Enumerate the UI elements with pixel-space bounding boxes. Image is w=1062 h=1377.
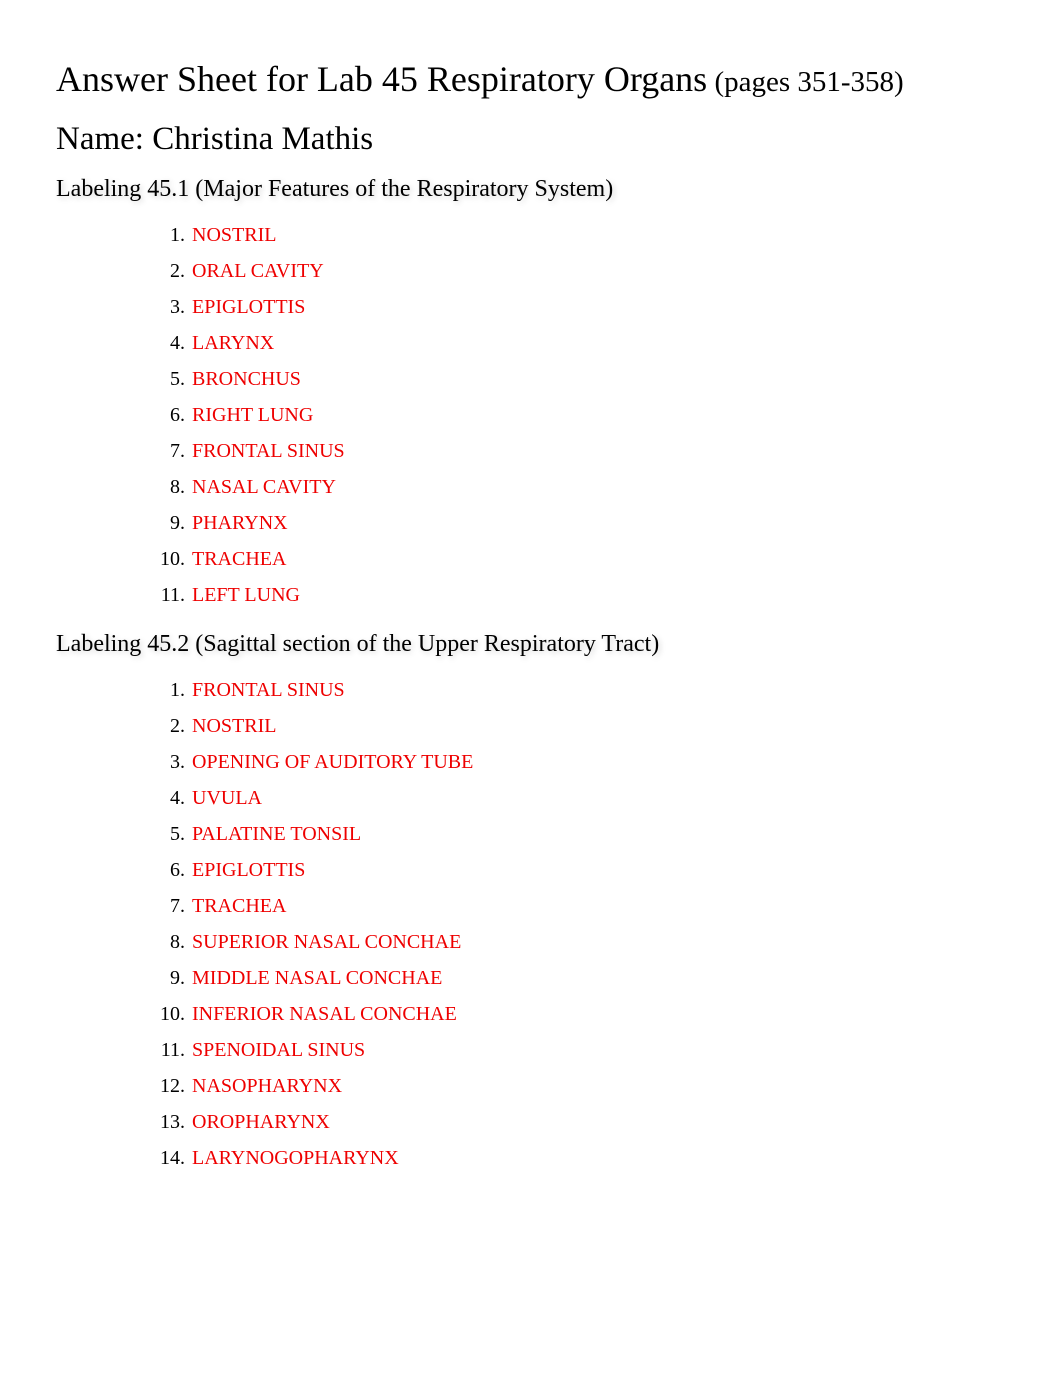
answer-text: FRONTAL SINUS [192,679,345,701]
list-item: NASAL CAVITY [190,469,1006,505]
list-item: EPIGLOTTIS [190,852,1006,888]
answer-text: EPIGLOTTIS [192,859,305,881]
list-item: RIGHT LUNG [190,397,1006,433]
page-title: Answer Sheet for Lab 45 Respiratory Orga… [56,58,1006,101]
answer-text: SUPERIOR NASAL CONCHAE [192,931,461,953]
list-item: LEFT LUNG [190,577,1006,613]
list-item: TRACHEA [190,541,1006,577]
list-item: UVULA [190,780,1006,816]
answer-text: ORAL CAVITY [192,260,324,282]
answer-text: INFERIOR NASAL CONCHAE [192,1003,457,1025]
list-item: EPIGLOTTIS [190,289,1006,325]
answer-text: FRONTAL SINUS [192,440,345,462]
list-item: NASOPHARYNX [190,1068,1006,1104]
answer-text: NASOPHARYNX [192,1075,342,1097]
name-value: Christina Mathis [152,121,373,157]
answer-list-1: NOSTRIL ORAL CAVITY EPIGLOTTIS LARYNX BR… [138,217,1006,613]
answer-text: OROPHARYNX [192,1111,330,1133]
list-item: SUPERIOR NASAL CONCHAE [190,924,1006,960]
list-item: FRONTAL SINUS [190,433,1006,469]
list-item: NOSTRIL [190,217,1006,253]
list-item: OROPHARYNX [190,1104,1006,1140]
title-main: Answer Sheet for Lab 45 Respiratory Orga… [56,59,707,99]
answer-text: BRONCHUS [192,368,301,390]
list-item: NOSTRIL [190,708,1006,744]
answer-text: EPIGLOTTIS [192,296,305,318]
list-item: ORAL CAVITY [190,253,1006,289]
answer-text: LARYNOGOPHARYNX [192,1147,399,1169]
list-item: FRONTAL SINUS [190,672,1006,708]
list-item: MIDDLE NASAL CONCHAE [190,960,1006,996]
answer-text: LEFT LUNG [192,584,300,606]
answer-list-2: FRONTAL SINUS NOSTRIL OPENING OF AUDITOR… [138,672,1006,1176]
list-item: OPENING OF AUDITORY TUBE [190,744,1006,780]
student-name-line: Name: Christina Mathis [56,121,1006,158]
title-pages: (pages 351-358) [707,66,904,98]
list-item: PALATINE TONSIL [190,816,1006,852]
list-item: SPENOIDAL SINUS [190,1032,1006,1068]
list-item: TRACHEA [190,888,1006,924]
answer-text: TRACHEA [192,548,286,570]
list-item: BRONCHUS [190,361,1006,397]
list-item: LARYNOGOPHARYNX [190,1140,1006,1176]
answer-text: PALATINE TONSIL [192,823,361,845]
answer-text: PHARYNX [192,512,288,534]
section-heading-1: Labeling 45.1 (Major Features of the Res… [56,176,1006,203]
answer-text: NOSTRIL [192,224,276,246]
answer-text: NOSTRIL [192,715,276,737]
answer-text: NASAL CAVITY [192,476,336,498]
answer-text: MIDDLE NASAL CONCHAE [192,967,442,989]
answer-text: LARYNX [192,332,274,354]
list-item: LARYNX [190,325,1006,361]
list-item: INFERIOR NASAL CONCHAE [190,996,1006,1032]
answer-text: OPENING OF AUDITORY TUBE [192,751,473,773]
answer-text: SPENOIDAL SINUS [192,1039,365,1061]
section-heading-2: Labeling 45.2 (Sagittal section of the U… [56,631,1006,658]
answer-text: RIGHT LUNG [192,404,313,426]
list-item: PHARYNX [190,505,1006,541]
answer-text: TRACHEA [192,895,286,917]
name-label: Name: [56,121,152,157]
answer-text: UVULA [192,787,262,809]
